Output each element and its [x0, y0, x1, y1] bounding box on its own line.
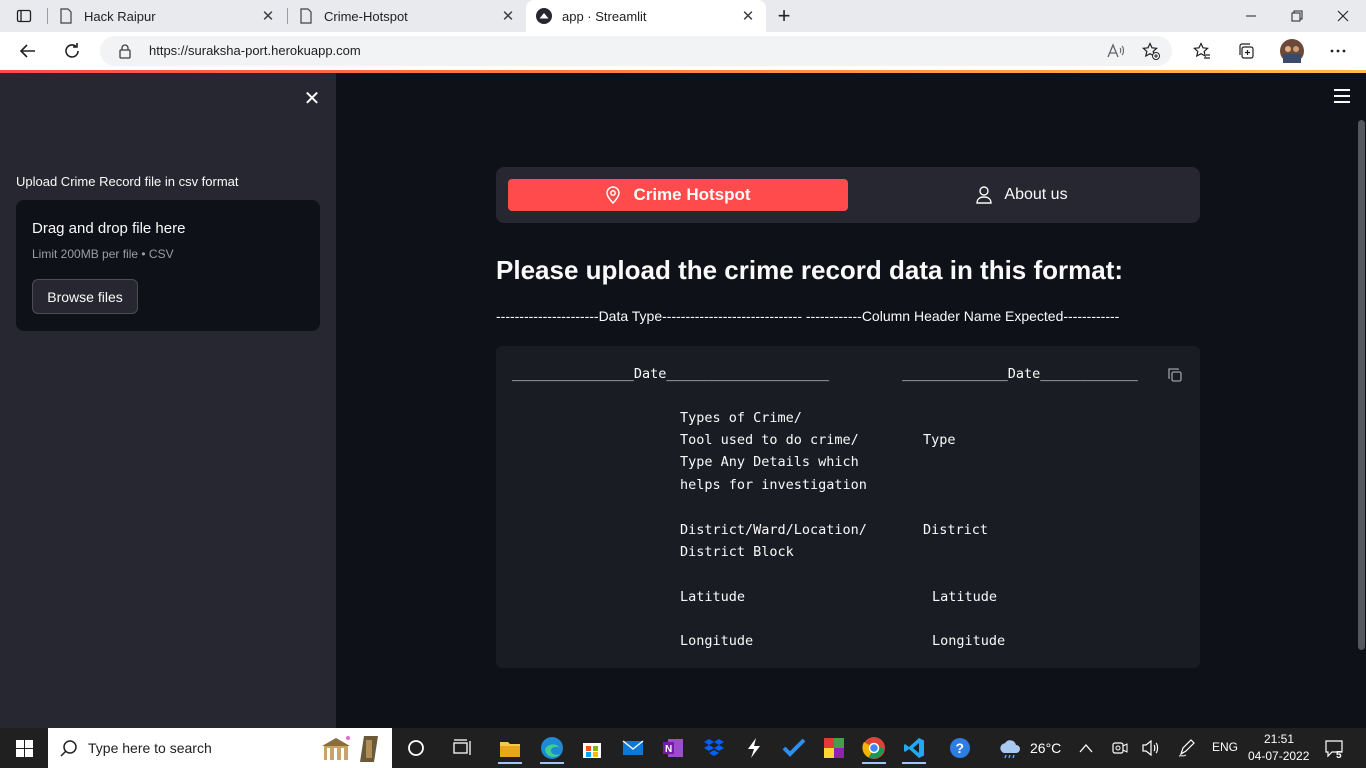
url-field[interactable]: https://suraksha-port.herokuapp.com [100, 36, 1172, 66]
search-icon [60, 739, 78, 762]
main-menu-icon[interactable] [1330, 86, 1354, 106]
pen-icon[interactable] [1171, 732, 1203, 764]
collections-icon[interactable] [1232, 37, 1260, 65]
code-line: Tool used to do crime/ [680, 432, 859, 448]
code-line: District/Ward/Location/ [680, 522, 867, 538]
language-indicator[interactable]: ENG [1212, 740, 1238, 754]
vscode-icon[interactable] [898, 732, 930, 764]
nav-about-us[interactable]: About us [856, 179, 1188, 211]
add-favorite-icon[interactable] [1137, 37, 1165, 65]
sidebar: ✕ Upload Crime Record file in csv format… [0, 73, 336, 728]
search-placeholder: Type here to search [88, 740, 212, 756]
tab-actions-button[interactable] [0, 0, 48, 32]
tab-close-icon[interactable]: ✕ [496, 7, 520, 25]
notification-count: 5 [1336, 750, 1342, 761]
favorites-icon[interactable] [1188, 37, 1216, 65]
file-dropzone[interactable]: Drag and drop file here Limit 200MB per … [16, 200, 320, 331]
page-icon [298, 8, 314, 24]
app-icon[interactable] [738, 732, 770, 764]
browse-files-button[interactable]: Browse files [32, 279, 138, 314]
svg-text:N: N [665, 744, 672, 755]
search-highlight-icon [318, 732, 388, 764]
code-line: District Block [680, 544, 794, 560]
new-tab-button[interactable]: + [770, 0, 798, 32]
chrome-icon[interactable] [858, 732, 890, 764]
close-window-icon[interactable] [1320, 0, 1366, 32]
page-icon [58, 8, 74, 24]
taskbar-search[interactable]: Type here to search [48, 728, 392, 768]
read-aloud-icon[interactable] [1101, 37, 1129, 65]
dropzone-limit: Limit 200MB per file • CSV [32, 247, 174, 261]
tab-title: Crime-Hotspot [324, 8, 408, 24]
page-title: Please upload the crime record data in t… [496, 255, 1124, 285]
code-line: helps for investigation [680, 477, 867, 493]
code-block: _______________Date____________________ … [496, 346, 1200, 668]
code-line: Type Any Details which [680, 454, 859, 470]
code-line: Longitude [932, 633, 1006, 649]
taskbar: Type here to search N ? 26°C ENG 21:51 0… [0, 728, 1366, 768]
cortana-icon[interactable] [400, 732, 432, 764]
onenote-icon[interactable]: N [657, 732, 689, 764]
mail-icon[interactable] [617, 732, 649, 764]
task-view-icon[interactable] [447, 732, 479, 764]
nav-crime-hotspot[interactable]: Crime Hotspot [508, 179, 848, 211]
format-header-line: ----------------------Data Type---------… [496, 308, 1120, 324]
code-line: _______________Date____________________ … [512, 366, 1138, 382]
volume-icon[interactable] [1135, 732, 1167, 764]
tab-title: Hack Raipur [84, 8, 156, 24]
more-options-icon[interactable] [1324, 37, 1352, 65]
refresh-icon[interactable] [58, 37, 86, 65]
lock-icon[interactable] [118, 43, 132, 64]
help-icon[interactable]: ? [944, 732, 976, 764]
edge-browser-icon[interactable] [536, 732, 568, 764]
restore-icon[interactable] [1274, 0, 1320, 32]
meet-now-icon[interactable] [1104, 732, 1136, 764]
tab-streamlit-app[interactable]: app · Streamlit ✕ [526, 0, 766, 32]
clock-time[interactable]: 21:51 [1264, 732, 1294, 746]
browser-tab-bar: Hack Raipur ✕ Crime-Hotspot ✕ app · Stre… [0, 0, 1366, 32]
colorful-app-icon[interactable] [818, 732, 850, 764]
dropbox-icon[interactable] [698, 732, 730, 764]
todo-icon[interactable] [778, 732, 810, 764]
person-icon [976, 186, 993, 204]
upload-label: Upload Crime Record file in csv format [16, 174, 239, 189]
back-arrow-icon[interactable] [14, 37, 42, 65]
windows-start-icon[interactable] [0, 728, 48, 768]
tab-close-icon[interactable]: ✕ [736, 7, 760, 25]
sidebar-close-icon[interactable]: ✕ [301, 87, 323, 110]
nav-label: Crime Hotspot [633, 185, 751, 204]
streamlit-icon [536, 8, 552, 24]
weather-icon[interactable] [994, 732, 1026, 764]
weather-temperature[interactable]: 26°C [1030, 740, 1061, 756]
notification-icon[interactable] [1318, 732, 1350, 764]
tab-close-icon[interactable]: ✕ [256, 7, 280, 25]
geo-alt-icon [605, 186, 621, 204]
scrollbar-thumb[interactable] [1358, 120, 1365, 650]
browser-address-bar: https://suraksha-port.herokuapp.com [0, 32, 1366, 70]
tab-title: app · Streamlit [562, 8, 647, 24]
code-line: Latitude [680, 589, 746, 605]
copy-icon[interactable] [1167, 367, 1183, 383]
code-line: Latitude [932, 589, 998, 605]
minimize-icon[interactable] [1228, 0, 1274, 32]
nav-label: About us [1004, 186, 1068, 203]
file-explorer-icon[interactable] [494, 732, 526, 764]
code-line: Types of Crime/ [680, 410, 802, 426]
tab-actions-icon [16, 8, 32, 24]
microsoft-store-icon[interactable] [576, 732, 608, 764]
chevron-up-icon[interactable] [1070, 732, 1102, 764]
code-line: District [923, 522, 989, 538]
clock-date[interactable]: 04-07-2022 [1248, 749, 1309, 763]
dropzone-title: Drag and drop file here [32, 220, 186, 237]
code-line: Type [923, 432, 956, 448]
tab-hack-raipur[interactable]: Hack Raipur ✕ [48, 0, 286, 32]
profile-avatar[interactable] [1278, 37, 1306, 65]
code-line: Longitude [680, 633, 754, 649]
tab-crime-hotspot[interactable]: Crime-Hotspot ✕ [288, 0, 526, 32]
svg-text:?: ? [956, 740, 965, 756]
url-text[interactable]: https://suraksha-port.herokuapp.com [149, 43, 361, 58]
option-menu: Crime Hotspot About us [496, 167, 1200, 223]
